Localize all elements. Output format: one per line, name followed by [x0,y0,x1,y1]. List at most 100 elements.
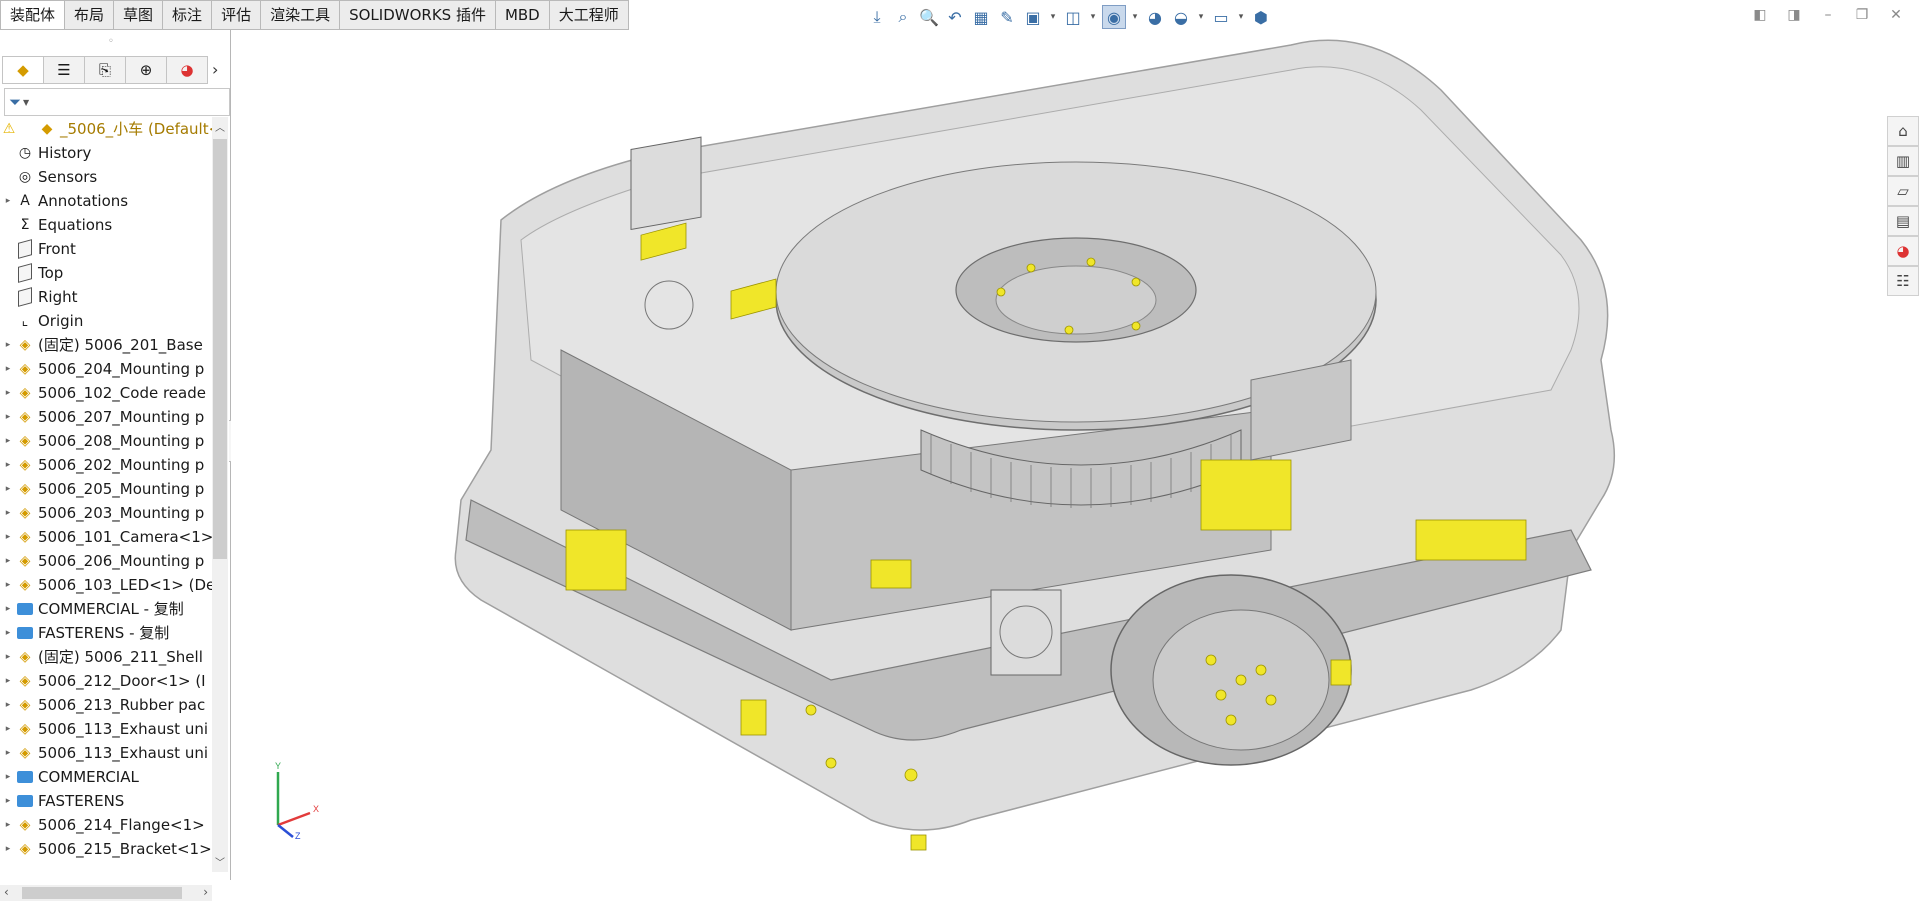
graphics-area[interactable]: Y X Z ⌂ ▥ ▱ ▤ ◕ ☷ [231,30,1919,880]
chevron-right-icon[interactable]: ▸ [0,717,16,741]
filter-icon[interactable]: ⏷ [9,93,21,111]
chevron-right-icon[interactable]: ▸ [0,501,16,525]
minimize-icon[interactable]: – [1817,4,1839,26]
pane-left-icon[interactable]: ◧ [1749,4,1771,26]
chevron-right-icon[interactable]: ▸ [0,789,16,813]
hide-show-icon[interactable]: ◉ [1102,5,1126,29]
chevron-right-icon[interactable]: ▸ [0,645,16,669]
tree-item[interactable]: Top [0,261,212,285]
configurationmanager-icon[interactable]: ⎘ [85,56,126,84]
tree-item[interactable]: ◎ Sensors [0,165,212,189]
chevron-right-icon[interactable]: ▸ [0,429,16,453]
panel-grip[interactable]: ◦ [108,36,114,47]
restore-icon[interactable]: ❐ [1851,4,1873,26]
chevron-right-icon[interactable]: ▸ [0,669,16,693]
tree-item[interactable]: ▸ ◈ 5006_213_Rubber pac [0,693,212,717]
tree-item[interactable]: ▸ ◈ 5006_214_Flange<1> [0,813,212,837]
dimxpert-icon[interactable]: ⊕ [126,56,167,84]
scroll-right-icon[interactable]: › [203,885,208,899]
tree-item[interactable]: ▸ COMMERCIAL [0,765,212,789]
dynamic-annotation-icon[interactable]: ✎ [996,6,1018,28]
chevron-right-icon[interactable]: ▸ [0,837,16,861]
tree-item[interactable]: ▸ FASTERENS [0,789,212,813]
tab-1[interactable]: 布局 [65,0,115,30]
tree-item[interactable]: ▸ ◈ 5006_205_Mounting p [0,477,212,501]
chevron-right-icon[interactable]: ▸ [0,405,16,429]
propertymanager-icon[interactable]: ☰ [44,56,85,84]
view-palette-icon[interactable]: ▤ [1887,206,1919,236]
chevron-down-icon[interactable]: ▾ [1236,6,1246,28]
view-settings-icon[interactable]: ▣ [1022,6,1044,28]
tree-item[interactable]: ▸ ◈ 5006_203_Mounting p [0,501,212,525]
appearances-icon[interactable]: ◕ [1887,236,1919,266]
tree-item[interactable]: ▸ COMMERCIAL - 复制 [0,597,212,621]
home-icon[interactable]: ⌂ [1887,116,1919,146]
zoom-area-icon[interactable]: 🔍 [918,6,940,28]
apply-scene-icon[interactable]: ◒ [1170,6,1192,28]
file-explorer-icon[interactable]: ▱ [1887,176,1919,206]
tree-item[interactable]: ▸ ◈ 5006_202_Mounting p [0,453,212,477]
chevron-right-icon[interactable]: ▸ [0,621,16,645]
tree-item[interactable]: ▸ ◈ 5006_215_Bracket<1> [0,837,212,861]
chevron-down-icon[interactable]: ▾ [1088,6,1098,28]
scroll-thumb[interactable] [213,139,227,559]
chevron-right-icon[interactable]: ▸ [0,765,16,789]
chevron-right-icon[interactable]: › [212,60,218,79]
chevron-right-icon[interactable]: ▸ [0,549,16,573]
tab-5[interactable]: 渲染工具 [261,0,341,30]
custom-properties-icon[interactable]: ☷ [1887,266,1919,296]
chevron-right-icon[interactable]: ▸ [0,333,16,357]
tab-4[interactable]: 评估 [212,0,262,30]
chevron-right-icon[interactable]: ▸ [0,813,16,837]
display-style-icon[interactable]: ◫ [1062,6,1084,28]
chevron-down-icon[interactable]: ▾ [1130,6,1140,28]
chevron-right-icon[interactable]: ▸ [0,573,16,597]
tree-item[interactable]: ▸ ◈ 5006_206_Mounting p [0,549,212,573]
tree-item[interactable]: ▸ ◈ 5006_103_LED<1> (De [0,573,212,597]
section-view-icon[interactable]: ▦ [970,6,992,28]
tree-item[interactable]: ▸ A Annotations [0,189,212,213]
3d-view-icon[interactable]: ⬢ [1250,6,1272,28]
tree-item[interactable]: ⌞ Origin [0,309,212,333]
tree-item[interactable]: ▸ ◈ 5006_113_Exhaust uni [0,741,212,765]
tree-item[interactable]: ▸ ◈ 5006_208_Mounting p [0,429,212,453]
filter-dropdown[interactable]: ▼ [23,98,29,107]
scroll-thumb[interactable] [22,887,182,899]
tree-item[interactable]: ▸ ◈ 5006_113_Exhaust uni [0,717,212,741]
display-manager-icon[interactable]: ◕ [167,56,208,84]
tab-7[interactable]: MBD [495,0,550,30]
edit-appearance-icon[interactable]: ◕ [1144,6,1166,28]
tree-item[interactable]: ▸ ◈ 5006_101_Camera<1> [0,525,212,549]
previous-view-icon[interactable]: ↶ [944,6,966,28]
chevron-right-icon[interactable]: ▸ [0,525,16,549]
tab-3[interactable]: 标注 [163,0,213,30]
tab-2[interactable]: 草图 [114,0,164,30]
design-library-icon[interactable]: ▥ [1887,146,1919,176]
tree-item[interactable]: ▸ ◈ (固定) 5006_211_Shell [0,645,212,669]
tree-item[interactable]: ▸ ◈ 5006_204_Mounting p [0,357,212,381]
tab-0[interactable]: 装配体 [0,0,66,30]
chevron-down-icon[interactable]: ▾ [1196,6,1206,28]
chevron-down-icon[interactable]: ▾ [1048,6,1058,28]
chevron-right-icon[interactable]: ▸ [0,477,16,501]
tree-horizontal-scrollbar[interactable]: ‹ › [0,885,212,901]
tree-item[interactable]: Front [0,237,212,261]
scroll-left-icon[interactable]: ‹ [4,885,9,899]
view-orientation-icon[interactable]: ⤓ [866,6,888,28]
chevron-right-icon[interactable]: ▸ [0,189,16,213]
chevron-right-icon[interactable]: ▸ [0,597,16,621]
close-icon[interactable]: ✕ [1885,4,1907,26]
tree-item[interactable]: ▸ FASTERENS - 复制 [0,621,212,645]
tree-item[interactable]: ◷ History [0,141,212,165]
tree-item[interactable]: Σ Equations [0,213,212,237]
chevron-right-icon[interactable]: ▸ [0,381,16,405]
tree-item[interactable]: ▸ ◈ 5006_207_Mounting p [0,405,212,429]
chevron-right-icon[interactable]: ▸ [0,693,16,717]
tree-root-assembly[interactable]: ⚠ ◆ _5006_小车 (Default< [0,117,212,141]
tree-item[interactable]: Right [0,285,212,309]
pane-right-icon[interactable]: ◨ [1783,4,1805,26]
tab-6[interactable]: SOLIDWORKS 插件 [340,0,496,30]
tab-8[interactable]: 大工程师 [549,0,629,30]
featuremanager-icon[interactable]: ◆ [2,56,44,84]
view-display-icon[interactable]: ▭ [1210,6,1232,28]
